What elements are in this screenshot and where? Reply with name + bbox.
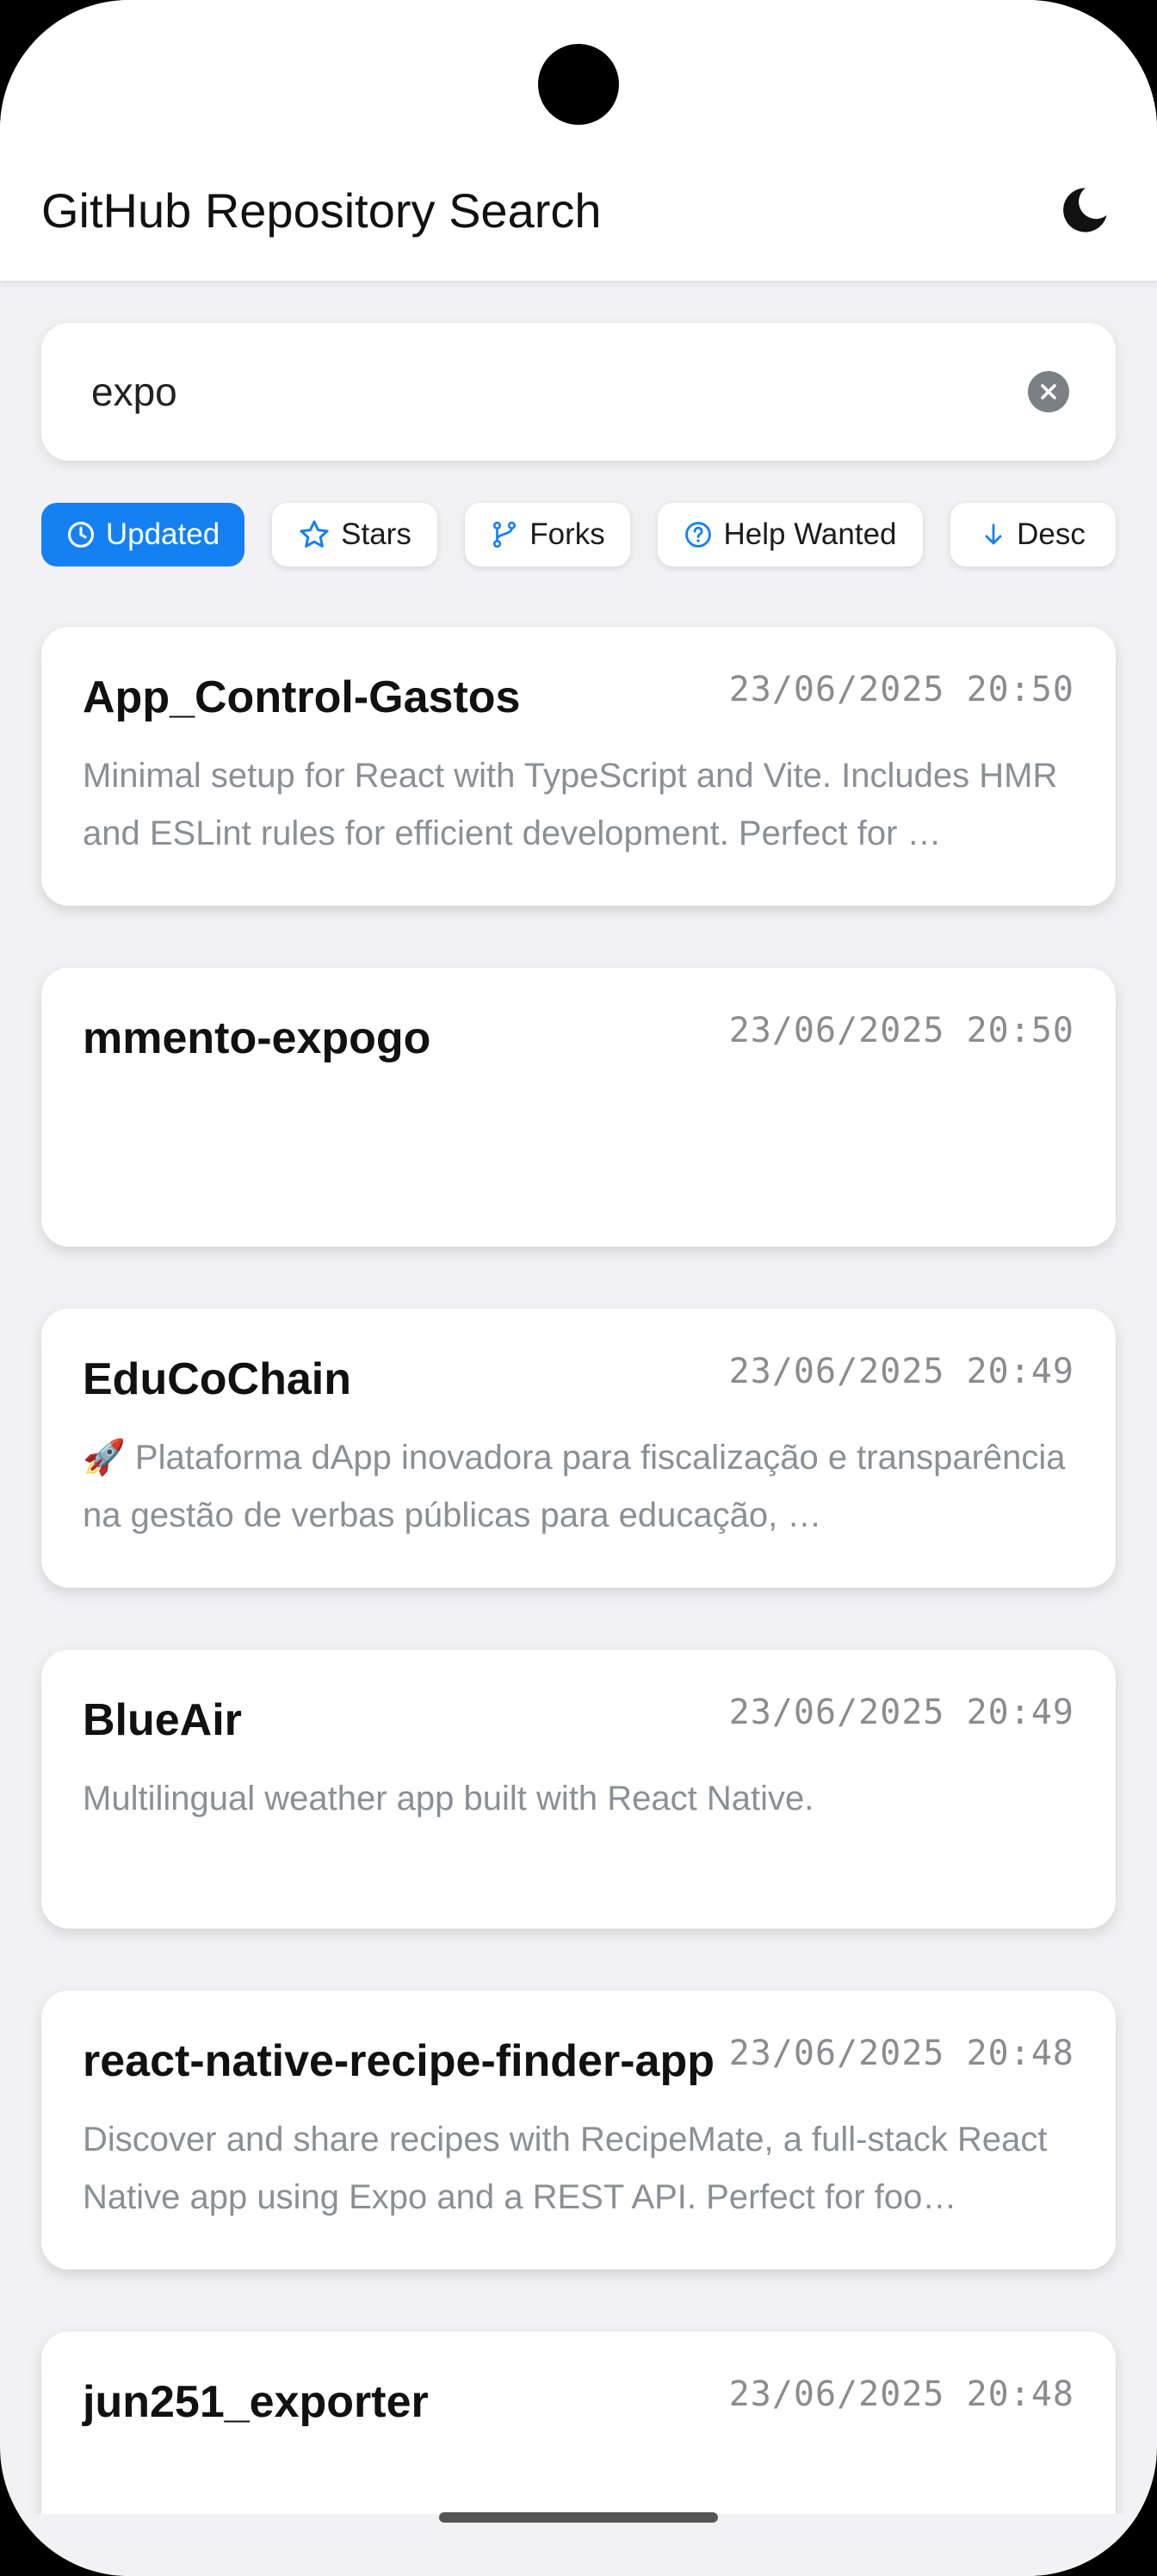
repo-card[interactable]: BlueAir 23/06/2025 20:49 Multilingual we… [41,1650,1116,1929]
repo-updated-date: 23/06/2025 20:49 [728,1352,1074,1391]
repo-description: 🚀 Plataforma dApp inovadora para fiscali… [83,1439,1066,1534]
repo-card[interactable]: App_Control-Gastos 23/06/2025 20:50 Mini… [41,627,1116,906]
clock-icon [67,521,94,548]
repo-name: EduCoChain [83,1354,351,1404]
sort-direction-chip[interactable]: Desc [950,503,1116,567]
filter-updated-label: Updated [105,517,220,551]
help-circle-icon [685,522,712,548]
app-header: GitHub Repository Search [0,0,1157,282]
repo-description: Discover and share recipes with RecipeMa… [83,2121,1048,2216]
theme-toggle-button[interactable] [1054,179,1116,241]
sort-direction-label: Desc [1017,517,1086,551]
repo-name: mmento-expogo [83,1013,431,1063]
navigation-bar [0,2514,1157,2576]
clear-icon [1041,384,1056,399]
filter-forks-label: Forks [529,517,605,551]
repo-updated-date: 23/06/2025 20:49 [728,1693,1074,1732]
clear-search-button[interactable] [1028,371,1069,412]
arrow-down-icon [985,523,1002,545]
repo-card[interactable]: react-native-recipe-finder-app 23/06/202… [41,1991,1116,2269]
repo-card[interactable]: mmento-expogo 23/06/2025 20:50 [41,968,1116,1247]
repo-updated-date: 23/06/2025 20:50 [728,1011,1074,1050]
repo-name: App_Control-Gastos [83,672,521,722]
search-input[interactable] [91,357,1004,426]
repo-name: BlueAir [83,1695,242,1745]
repo-updated-date: 23/06/2025 20:48 [728,2375,1074,2414]
repo-name: jun251_exporter [83,2377,429,2427]
search-bar [41,323,1116,461]
filter-updated-chip[interactable]: Updated [41,503,244,567]
app-screen: GitHub Repository Search Updated [0,0,1157,2576]
filter-forks-chip[interactable]: Forks [465,503,630,567]
moon-icon [1063,188,1107,232]
camera-cutout [538,44,619,125]
repo-description: Multilingual weather app built with Reac… [83,1780,814,1817]
sort-filter-bar: Updated Stars Forks Help Wanted Desc [41,503,1116,567]
repo-description: Minimal setup for React with TypeScript … [83,757,1058,852]
repo-updated-date: 23/06/2025 20:48 [728,2034,1074,2073]
filter-help-wanted-label: Help Wanted [723,517,897,551]
repo-card[interactable]: EduCoChain 23/06/2025 20:49 🚀 Plataforma… [41,1309,1116,1588]
filter-stars-label: Stars [341,517,411,551]
repo-updated-date: 23/06/2025 20:50 [728,670,1074,709]
filter-stars-chip[interactable]: Stars [272,503,437,567]
fork-icon [493,521,517,548]
filter-help-wanted-chip[interactable]: Help Wanted [658,503,923,567]
home-indicator[interactable] [439,2512,718,2523]
page-title: GitHub Repository Search [41,183,602,238]
star-icon [300,520,329,548]
repo-name: react-native-recipe-finder-app [83,2036,715,2086]
